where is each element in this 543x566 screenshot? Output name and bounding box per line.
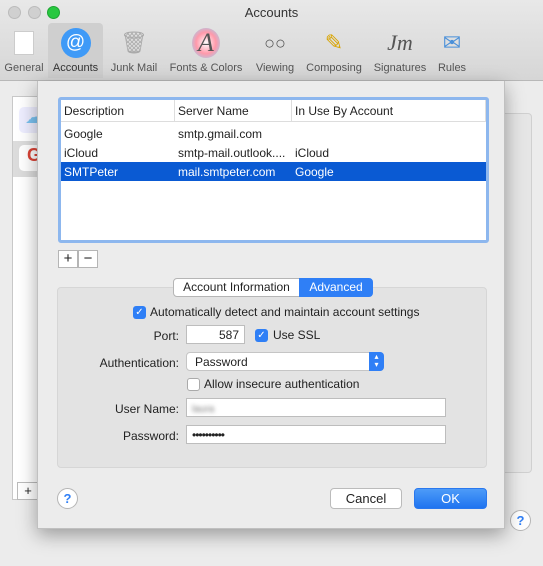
- toolbar-junk-mail[interactable]: 🗑 Junk Mail: [106, 23, 162, 78]
- toolbar-general[interactable]: General: [2, 23, 46, 78]
- toolbar-rules[interactable]: ✉ Rules: [433, 23, 471, 78]
- column-in-use[interactable]: In Use By Account: [292, 100, 486, 121]
- tab-account-information[interactable]: Account Information: [173, 278, 300, 297]
- toolbar-label: Rules: [437, 62, 467, 74]
- toolbar-fonts-colors[interactable]: A Fonts & Colors: [163, 23, 249, 78]
- pencil-icon: ✎: [324, 30, 344, 55]
- cell-server: smtp-mail.outlook....: [178, 145, 286, 160]
- table-row[interactable]: Google smtp.gmail.com: [61, 124, 486, 143]
- use-ssl-checkbox[interactable]: ✓: [255, 329, 268, 342]
- password-label: Password:: [122, 429, 179, 443]
- glasses-icon: ○○: [264, 32, 286, 53]
- column-server-name[interactable]: Server Name: [175, 100, 292, 121]
- authentication-label: Authentication:: [99, 356, 179, 370]
- table-row[interactable]: iCloud smtp-mail.outlook.... iCloud: [61, 143, 486, 162]
- general-icon: [8, 28, 40, 58]
- cell-in-use: Google: [295, 164, 334, 179]
- toolbar-label: Signatures: [373, 62, 427, 74]
- toolbar-signatures[interactable]: Jm Signatures: [368, 23, 432, 78]
- auto-detect-checkbox[interactable]: ✓: [133, 306, 146, 319]
- authentication-value: Password: [195, 355, 248, 369]
- title-bar: Accounts General @ Accounts 🗑 Junk Mail AF…: [0, 0, 543, 81]
- toolbar-accounts[interactable]: @ Accounts: [48, 23, 103, 78]
- allow-insecure-label: Allow insecure authentication: [204, 377, 360, 391]
- cell-server: mail.smtpeter.com: [178, 164, 276, 179]
- remove-server-button[interactable]: −: [78, 250, 98, 268]
- cell-server: smtp.gmail.com: [178, 126, 263, 141]
- cell-description: Google: [64, 126, 103, 141]
- smtp-server-table[interactable]: Description Server Name In Use By Accoun…: [58, 97, 489, 243]
- port-label: Port:: [153, 329, 179, 343]
- toolbar-label: Fonts & Colors: [169, 62, 243, 74]
- toolbar-composing[interactable]: ✎ Composing: [301, 23, 367, 78]
- toolbar-label: Composing: [306, 62, 362, 74]
- password-field[interactable]: ••••••••••: [186, 425, 446, 444]
- account-details-panel: [505, 113, 532, 473]
- signature-icon: Jm: [387, 30, 413, 55]
- junk-mail-icon: 🗑: [120, 30, 148, 55]
- toolbar-label: Viewing: [255, 62, 295, 74]
- port-field[interactable]: 587: [186, 325, 245, 344]
- use-ssl-label: Use SSL: [273, 328, 321, 342]
- toolbar-viewing[interactable]: ○○ Viewing: [250, 23, 300, 78]
- tab-advanced[interactable]: Advanced: [299, 278, 373, 297]
- authentication-popup[interactable]: Password ▴ ▾: [186, 352, 384, 371]
- help-button[interactable]: ?: [57, 488, 78, 509]
- auto-detect-label: Automatically detect and maintain accoun…: [150, 305, 420, 319]
- toolbar-label: General: [4, 62, 44, 74]
- user-name-label: User Name:: [114, 402, 179, 416]
- rules-icon: ✉: [442, 30, 462, 55]
- updown-chevron-icon: ▴ ▾: [369, 352, 384, 371]
- cancel-button[interactable]: Cancel: [330, 488, 402, 509]
- smtp-server-sheet: Description Server Name In Use By Accoun…: [37, 81, 505, 529]
- at-icon: @: [60, 28, 92, 58]
- help-button-background[interactable]: ?: [510, 510, 531, 531]
- window-title: Accounts: [244, 5, 299, 20]
- cell-in-use: iCloud: [295, 145, 330, 160]
- ok-button[interactable]: OK: [414, 488, 487, 509]
- fonts-icon: A: [190, 28, 222, 58]
- cell-description: SMTPeter: [64, 164, 119, 179]
- user-name-value: laura: [192, 404, 215, 415]
- allow-insecure-checkbox[interactable]: [187, 378, 200, 391]
- user-name-field[interactable]: laura: [186, 398, 446, 417]
- cell-description: iCloud: [64, 145, 99, 160]
- toolbar-label: Junk Mail: [110, 62, 158, 74]
- add-account-button[interactable]: +: [17, 482, 39, 500]
- add-server-button[interactable]: +: [58, 250, 78, 268]
- table-header: Description Server Name In Use By Accoun…: [61, 100, 486, 122]
- table-row-selected[interactable]: SMTPeter mail.smtpeter.com Google: [61, 162, 486, 181]
- toolbar-label: Accounts: [52, 62, 99, 74]
- column-description[interactable]: Description: [61, 100, 175, 121]
